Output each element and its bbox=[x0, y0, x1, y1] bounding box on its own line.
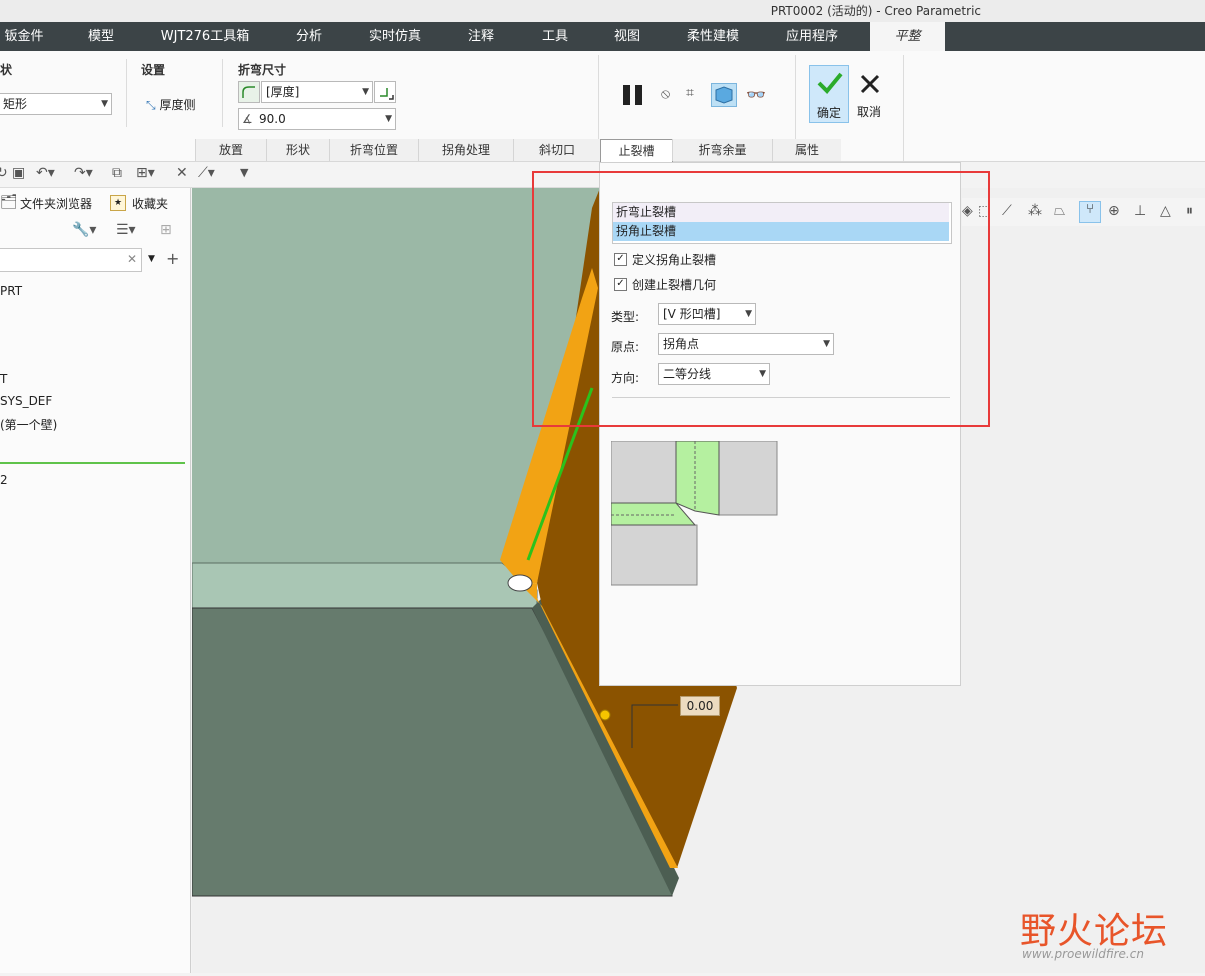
chevron-down-icon: ▼ bbox=[385, 114, 392, 124]
thickness-side-label: 厚度侧 bbox=[159, 98, 196, 112]
chevron-down-icon: ▼ bbox=[362, 87, 369, 97]
folder-icon: 🗂 bbox=[0, 194, 18, 210]
tab-sheetmetal[interactable]: 钣金件 bbox=[0, 22, 48, 51]
switch-window-icon[interactable]: ⊞▾ bbox=[136, 165, 155, 181]
tab-flexible-modeling[interactable]: 柔性建模 bbox=[674, 22, 752, 51]
window-title: PRT0002 (活动的) - Creo Parametric bbox=[770, 4, 981, 18]
quick-access-toolbar: ↻ ▣ ↶▾ ↷▾ ⧉ ⊞▾ ✕ ⟋▾ ▼ bbox=[0, 162, 600, 188]
pause-icon[interactable] bbox=[621, 83, 645, 110]
bend-angle-combo[interactable]: ∡ 90.0 ▼ bbox=[238, 108, 396, 130]
cancel-button[interactable]: 取消 bbox=[853, 65, 889, 123]
tab-flatten[interactable]: 平整 bbox=[870, 22, 945, 51]
watermark-url: www.proewildfire.cn bbox=[1022, 947, 1144, 961]
confirm-label: 确定 bbox=[817, 106, 842, 120]
bend-angle-value: 90.0 bbox=[259, 112, 286, 126]
clear-icon[interactable]: ✕ bbox=[127, 252, 137, 266]
shape-combo[interactable]: 矩形 ▼ bbox=[0, 93, 112, 115]
undo-icon[interactable]: ↶▾ bbox=[36, 165, 55, 181]
filter-icon[interactable]: ⊞ bbox=[160, 222, 172, 238]
divider bbox=[126, 59, 127, 127]
chevron-down-icon: ▼ bbox=[101, 99, 108, 109]
tree-item[interactable]: 2 bbox=[0, 473, 8, 487]
tree-item[interactable]: T bbox=[0, 372, 7, 386]
divider bbox=[598, 55, 599, 139]
window-icon[interactable]: ⧉ bbox=[112, 165, 122, 181]
view-toolbar: ◈ ⬚ ⟋ ⁂ ⏢ ⑂ ⊕ ⊥ △ ⏸ bbox=[962, 198, 1205, 226]
add-icon[interactable]: + bbox=[166, 249, 179, 268]
tab-simulation[interactable]: 实时仿真 bbox=[358, 22, 432, 51]
bend-dim-label: 折弯尺寸 bbox=[238, 63, 287, 77]
csys-display-icon[interactable]: ⊥ bbox=[1134, 203, 1146, 219]
tab-favorites[interactable]: 收藏夹 bbox=[132, 195, 168, 212]
menu-bar: 钣金件 模型 WJT276工具箱 分析 实时仿真 注释 工具 视图 柔性建模 应… bbox=[0, 22, 1205, 51]
axis-display-icon[interactable]: ⑂ bbox=[1079, 201, 1101, 223]
subtab-bend-allowance[interactable]: 折弯余量 bbox=[672, 139, 772, 161]
settings-label: 设置 bbox=[141, 63, 166, 77]
no-preview-icon[interactable]: ⦸ bbox=[661, 86, 670, 102]
search-input[interactable]: ✕ bbox=[0, 248, 142, 272]
tree-item[interactable]: SYS_DEF bbox=[0, 394, 52, 408]
cancel-label: 取消 bbox=[857, 105, 882, 119]
flip-arrows-icon: ⤡ bbox=[146, 98, 156, 112]
point-display-icon[interactable]: ⊕ bbox=[1108, 203, 1120, 219]
subtab-bend-position[interactable]: 折弯位置 bbox=[329, 139, 418, 161]
shape-group-label: 状 bbox=[0, 63, 13, 77]
tab-model[interactable]: 模型 bbox=[70, 22, 132, 51]
tree-item[interactable]: PRT bbox=[0, 284, 22, 298]
thickness-side-button[interactable]: ⤡ 厚度侧 bbox=[146, 96, 195, 113]
preview-wireframe-icon[interactable]: ⌗ bbox=[686, 85, 694, 101]
bend-radius-value: [厚度] bbox=[266, 85, 300, 99]
tab-folder-browser[interactable]: 文件夹浏览器 bbox=[20, 195, 92, 212]
customize-icon[interactable]: ▼ bbox=[240, 166, 248, 179]
close-icon bbox=[860, 74, 880, 94]
checkmark-icon bbox=[817, 72, 843, 94]
regenerate-icon[interactable]: ↻ bbox=[0, 165, 8, 181]
section-icon[interactable]: ⟋ bbox=[1002, 203, 1012, 219]
list-icon[interactable]: ☰▾ bbox=[116, 222, 136, 238]
tab-applications[interactable]: 应用程序 bbox=[772, 22, 852, 51]
measure-icon[interactable]: ⟋▾ bbox=[198, 165, 215, 181]
angle-icon: ∡ bbox=[242, 112, 253, 126]
divider bbox=[222, 59, 223, 127]
datum-display-icon[interactable]: ⁂ bbox=[1028, 203, 1042, 219]
shape-value: 矩形 bbox=[3, 97, 28, 111]
plane-display-icon[interactable]: ⏢ bbox=[1054, 203, 1065, 219]
subtab-relief[interactable]: 止裂槽 bbox=[600, 139, 673, 162]
subtab-placement[interactable]: 放置 bbox=[195, 139, 266, 161]
relief-preview-diagram bbox=[611, 441, 778, 586]
bend-radius-type-icon[interactable] bbox=[238, 81, 260, 103]
divider bbox=[903, 55, 904, 161]
highlight-box bbox=[532, 171, 990, 427]
chevron-down-icon[interactable]: ▼ bbox=[148, 254, 155, 264]
tab-tools[interactable]: 工具 bbox=[526, 22, 584, 51]
title-bar: PRT0002 (活动的) - Creo Parametric bbox=[0, 0, 1205, 22]
save-icon[interactable]: ▣ bbox=[12, 165, 25, 181]
glasses-icon[interactable]: 👓 bbox=[746, 85, 766, 104]
settings-tool-icon[interactable]: 🔧▾ bbox=[72, 222, 96, 238]
subtab-shape[interactable]: 形状 bbox=[266, 139, 329, 161]
subtab-properties[interactable]: 属性 bbox=[772, 139, 841, 161]
tab-view[interactable]: 视图 bbox=[598, 22, 656, 51]
tab-toolbox[interactable]: WJT276工具箱 bbox=[148, 22, 262, 51]
divider bbox=[795, 55, 796, 139]
insert-here-marker[interactable] bbox=[0, 462, 185, 464]
close-window-icon[interactable]: ✕ bbox=[176, 165, 188, 181]
bend-radius-combo[interactable]: [厚度] ▼ bbox=[261, 81, 373, 103]
annotation-display-icon[interactable]: △ bbox=[1160, 203, 1171, 219]
pause-icon[interactable]: ⏸ bbox=[1186, 203, 1193, 219]
confirm-button[interactable]: 确定 bbox=[809, 65, 849, 123]
subtab-miter-cut[interactable]: 斜切口 bbox=[513, 139, 600, 161]
subtab-corner-treatment[interactable]: 拐角处理 bbox=[418, 139, 513, 161]
preview-shaded-icon[interactable] bbox=[711, 83, 737, 107]
redo-icon[interactable]: ↷▾ bbox=[74, 165, 93, 181]
dimension-value[interactable]: 0.00 bbox=[680, 696, 720, 716]
bend-side-icon[interactable] bbox=[374, 81, 396, 103]
tree-item[interactable]: (第一个壁) bbox=[0, 416, 57, 433]
favorites-icon: ★ bbox=[110, 195, 126, 211]
model-tree-panel: 🗂 文件夹浏览器 ★ 收藏夹 🔧▾ ☰▾ ⊞ ✕ ▼ + PRT T SYS_D… bbox=[0, 188, 191, 973]
tab-analysis[interactable]: 分析 bbox=[280, 22, 338, 51]
tab-annotate[interactable]: 注释 bbox=[452, 22, 510, 51]
